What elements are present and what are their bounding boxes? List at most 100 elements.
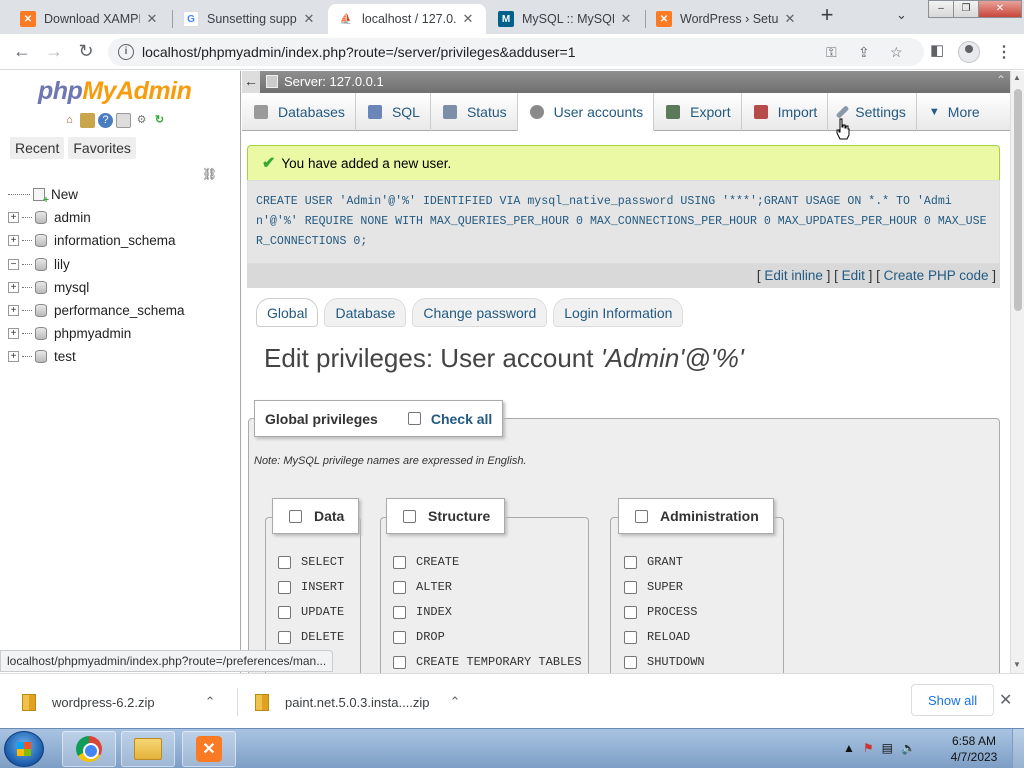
privilege-drop[interactable]: DROP [393, 630, 445, 644]
action-center-icon[interactable]: ▤ [882, 741, 893, 755]
privilege-checkbox[interactable] [278, 580, 291, 594]
tree-item-label[interactable]: mysql [54, 280, 89, 295]
page-scrollbar[interactable]: ▲ ▼ [1010, 71, 1024, 673]
expand-icon[interactable]: + [8, 212, 19, 224]
settings-gear-icon[interactable]: ⚙ [134, 113, 149, 128]
scroll-down-arrow-icon[interactable]: ▼ [1013, 660, 1021, 669]
tree-item-performance-schema[interactable]: + performance_schema [8, 299, 185, 322]
privilege-delete[interactable]: DELETE [278, 630, 344, 644]
tab-more[interactable]: ▼ More [917, 93, 990, 131]
privilege-grant[interactable]: GRANT [624, 555, 683, 569]
privilege-create[interactable]: CREATE [393, 555, 459, 569]
tree-item-label[interactable]: lily [54, 257, 70, 272]
network-error-icon[interactable]: ⚑ [863, 741, 874, 755]
tab-sunsetting[interactable]: G Sunsetting suppo ✕ [173, 4, 327, 34]
tab-databases[interactable]: Databases [242, 93, 356, 131]
structure-group-legend[interactable]: Structure [386, 498, 506, 534]
subtab-database[interactable]: Database [324, 298, 407, 327]
tree-item-lily[interactable]: − lily [8, 253, 185, 276]
edit-inline-link[interactable]: Edit inline [764, 268, 823, 283]
new-tab-button[interactable]: + [816, 4, 838, 27]
back-button[interactable]: ← [10, 40, 34, 64]
site-info-icon[interactable]: i [118, 44, 134, 60]
side-panel-icon[interactable]: ◧ [930, 41, 944, 59]
check-all-label[interactable]: Check all [431, 411, 492, 427]
tree-item-mysql[interactable]: + mysql [8, 276, 185, 299]
window-close-button[interactable]: ✕ [978, 0, 1022, 18]
tree-item-label[interactable]: performance_schema [54, 303, 185, 318]
tray-expand-icon[interactable]: ▲ [843, 741, 855, 755]
address-bar[interactable]: i localhost/phpmyadmin/index.php?route=/… [108, 38, 924, 66]
create-php-code-link[interactable]: Create PHP code [884, 268, 989, 283]
download-filename[interactable]: paint.net.5.0.3.insta....zip [285, 695, 430, 710]
download-item-wordpress[interactable]: wordpress-6.2.zip ⌃ [22, 688, 216, 716]
privilege-super[interactable]: SUPER [624, 580, 683, 594]
reload-nav-icon[interactable]: ↻ [152, 113, 167, 128]
link-with-main-panel-icon[interactable]: ⛓ [202, 167, 217, 181]
privilege-checkbox[interactable] [624, 630, 637, 644]
subtab-change-password[interactable]: Change password [412, 298, 548, 327]
privilege-reload[interactable]: RELOAD [624, 630, 690, 644]
show-all-downloads-button[interactable]: Show all [911, 684, 995, 716]
data-group-legend[interactable]: Data [272, 498, 360, 534]
taskbar-clock[interactable]: 6:58 AM 4/7/2023 [944, 733, 1004, 765]
privilege-select[interactable]: SELECT [278, 555, 344, 569]
chevron-up-icon[interactable]: ⌃ [205, 694, 216, 710]
show-desktop-button[interactable] [1012, 729, 1024, 768]
tab-localhost[interactable]: ⛵ localhost / 127.0.( ✕ [328, 4, 486, 34]
edit-link[interactable]: Edit [842, 268, 865, 283]
privilege-update[interactable]: UPDATE [278, 605, 344, 619]
taskbar-chrome[interactable] [62, 731, 116, 767]
privilege-insert[interactable]: INSERT [278, 580, 344, 594]
close-icon[interactable]: ✕ [618, 11, 634, 27]
privilege-checkbox[interactable] [393, 630, 406, 644]
collapse-icon[interactable]: − [8, 258, 19, 270]
data-group-checkbox[interactable] [289, 509, 302, 523]
tree-item-label[interactable]: admin [54, 210, 91, 225]
volume-muted-icon[interactable]: 🔈 [901, 741, 916, 755]
tab-mysql[interactable]: M MySQL :: MySQL 8 ✕ [488, 4, 644, 34]
start-button[interactable] [4, 731, 44, 767]
tab-download-xampp[interactable]: ✕ Download XAMPP ✕ [10, 4, 170, 34]
tree-item-phpmyadmin[interactable]: + phpmyadmin [8, 322, 185, 345]
expand-icon[interactable]: + [8, 328, 19, 340]
forward-button[interactable]: → [42, 40, 66, 64]
subtab-global[interactable]: Global [256, 298, 319, 327]
tab-sql[interactable]: SQL [356, 93, 431, 131]
tab-user-accounts[interactable]: User accounts [517, 93, 655, 131]
privilege-checkbox[interactable] [278, 555, 291, 569]
phpmyadmin-logo[interactable]: phpMyAdmin [38, 77, 192, 106]
close-download-shelf-icon[interactable]: ✕ [999, 690, 1012, 710]
taskbar-xampp[interactable]: ✕ [182, 731, 236, 767]
recent-button[interactable]: Recent [10, 137, 65, 159]
profile-avatar[interactable] [958, 41, 980, 63]
taskbar-explorer[interactable] [121, 731, 175, 767]
tree-item-information-schema[interactable]: + information_schema [8, 229, 185, 252]
privilege-checkbox[interactable] [393, 605, 406, 619]
tree-item-label[interactable]: test [54, 349, 76, 364]
share-icon[interactable]: ⇪ [858, 44, 870, 61]
restore-button[interactable]: ❐ [953, 0, 979, 18]
double-chevron-up-icon[interactable]: ⌃ [996, 73, 1006, 87]
minimize-button[interactable]: – [928, 0, 954, 18]
close-icon[interactable]: ✕ [782, 11, 798, 27]
privilege-process[interactable]: PROCESS [624, 605, 697, 619]
tab-status[interactable]: Status [431, 93, 518, 131]
reload-button[interactable]: ↻ [74, 40, 98, 64]
tab-import[interactable]: Import [742, 93, 829, 131]
tree-item-test[interactable]: + test [8, 345, 185, 368]
privilege-index[interactable]: INDEX [393, 605, 452, 619]
privilege-checkbox[interactable] [393, 555, 406, 569]
download-filename[interactable]: wordpress-6.2.zip [52, 695, 155, 710]
scroll-up-arrow-icon[interactable]: ▲ [1013, 73, 1021, 82]
server-label[interactable]: Server: 127.0.0.1 [284, 74, 384, 89]
close-icon[interactable]: ✕ [460, 11, 476, 27]
tree-item-admin[interactable]: + admin [8, 206, 185, 229]
docs-icon[interactable] [116, 113, 131, 128]
chevron-up-icon[interactable]: ⌃ [450, 694, 461, 710]
tab-wordpress-setup[interactable]: ✕ WordPress › Setu ✕ [646, 4, 808, 34]
tree-item-label[interactable]: information_schema [54, 233, 176, 248]
privilege-checkbox[interactable] [278, 630, 291, 644]
url-text[interactable]: localhost/phpmyadmin/index.php?route=/se… [142, 44, 575, 60]
administration-group-checkbox[interactable] [635, 509, 648, 523]
